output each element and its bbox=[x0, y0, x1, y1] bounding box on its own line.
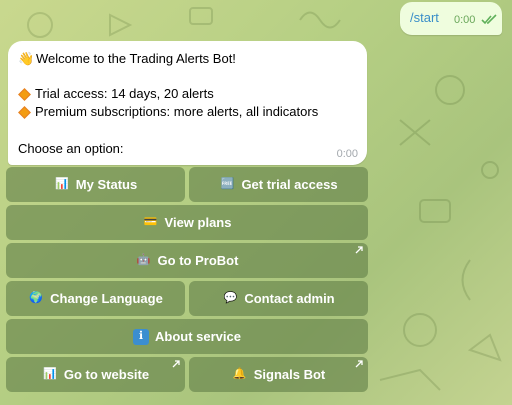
info-icon: ℹ bbox=[133, 328, 149, 345]
choose-option-text: Choose an option: bbox=[18, 141, 124, 156]
get-trial-access-button[interactable]: 🆓 Get trial access bbox=[189, 167, 368, 202]
double-check-icon bbox=[481, 14, 497, 25]
bullet-trial: Trial access: 14 days, 20 alerts bbox=[18, 86, 214, 101]
robot-icon: 🤖 bbox=[136, 254, 151, 266]
external-link-arrow-icon bbox=[355, 246, 363, 254]
waving-hand-icon: 👋 bbox=[18, 51, 35, 66]
credit-card-icon: 💳 bbox=[143, 216, 158, 228]
external-link-arrow-icon bbox=[172, 360, 180, 368]
incoming-message: 👋 Welcome to the Trading Alerts Bot! Tria… bbox=[8, 41, 367, 165]
message-time: 0:00 bbox=[454, 14, 476, 26]
button-label: Signals Bot bbox=[253, 367, 326, 382]
button-label: Change Language bbox=[50, 291, 163, 306]
start-command-link[interactable]: /start bbox=[410, 10, 439, 25]
my-status-button[interactable]: 📊 My Status bbox=[6, 167, 185, 202]
speech-bubble-icon: 💬 bbox=[223, 292, 238, 304]
bell-icon: 🔔 bbox=[232, 368, 247, 380]
bullet-text: Trial access: 14 days, 20 alerts bbox=[35, 86, 214, 101]
button-label: Contact admin bbox=[244, 291, 335, 306]
go-to-website-button[interactable]: 📊 Go to website bbox=[6, 357, 185, 392]
button-label: My Status bbox=[75, 177, 138, 192]
go-to-probot-button[interactable]: 🤖 Go to ProBot bbox=[6, 243, 368, 278]
button-label: Get trial access bbox=[241, 177, 338, 192]
button-label: About service bbox=[155, 329, 241, 344]
bar-chart-icon: 📊 bbox=[43, 368, 57, 380]
signals-bot-button[interactable]: 🔔 Signals Bot bbox=[189, 357, 368, 392]
external-link-arrow-icon bbox=[355, 360, 363, 368]
greeting-line: 👋 Welcome to the Trading Alerts Bot! bbox=[18, 51, 236, 67]
free-badge-icon: 🆓 bbox=[220, 178, 235, 190]
bullet-premium: Premium subscriptions: more alerts, all … bbox=[18, 104, 318, 119]
greeting-text: Welcome to the Trading Alerts Bot! bbox=[36, 51, 236, 66]
orange-diamond-icon bbox=[18, 105, 31, 119]
button-label: Go to ProBot bbox=[157, 253, 239, 268]
button-label: View plans bbox=[164, 215, 232, 230]
contact-admin-button[interactable]: 💬 Contact admin bbox=[189, 281, 368, 316]
button-label: Go to website bbox=[63, 367, 150, 382]
view-plans-button[interactable]: 💳 View plans bbox=[6, 205, 368, 240]
about-service-button[interactable]: ℹ About service bbox=[6, 319, 368, 354]
message-time: 0:00 bbox=[336, 148, 358, 160]
change-language-button[interactable]: 🌍 Change Language bbox=[6, 281, 185, 316]
bar-chart-icon: 📊 bbox=[54, 178, 69, 190]
bullet-text: Premium subscriptions: more alerts, all … bbox=[35, 104, 319, 119]
globe-icon: 🌍 bbox=[29, 292, 43, 304]
orange-diamond-icon bbox=[18, 87, 31, 101]
outgoing-message: /start 0:00 bbox=[400, 2, 502, 35]
